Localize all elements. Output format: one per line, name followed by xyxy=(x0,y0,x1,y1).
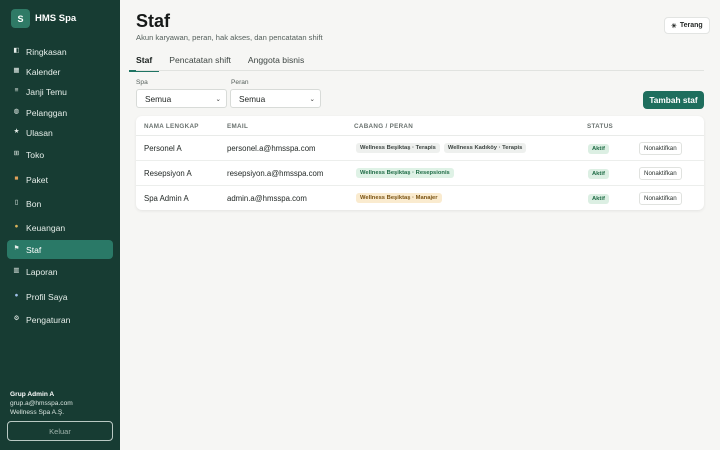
column-header-email: EMAIL xyxy=(227,123,249,130)
tab-staf[interactable]: Staf xyxy=(128,55,160,72)
deactivate-button[interactable]: Nonaktifkan xyxy=(639,142,682,155)
sidebar-item-toko[interactable]: ⊞ Toko xyxy=(7,145,113,164)
branch-role-chip: Wellness Beşiktaş · Terapis xyxy=(356,143,440,153)
tab-divider xyxy=(136,70,704,71)
calendar-icon: ▦ xyxy=(13,67,20,75)
brand-name: HMS Spa xyxy=(35,13,77,24)
logout-button[interactable]: Keluar xyxy=(7,421,113,441)
chevron-down-icon: ⌄ xyxy=(309,95,315,103)
table-row: Resepsiyon A resepsiyon.a@hmsspa.com Wel… xyxy=(136,161,704,186)
list-icon: ≡ xyxy=(14,87,19,95)
sidebar-item-ulasan[interactable]: ★ Ulasan xyxy=(7,123,113,142)
money-bag-icon: ● xyxy=(14,223,19,231)
column-header-branch-role: CABANG / PERAN xyxy=(354,123,414,130)
sidebar-item-label: Keuangan xyxy=(26,222,66,233)
branch-role-chips: Wellness Beşiktaş · Resepsionis xyxy=(356,168,454,178)
chevron-down-icon: ⌄ xyxy=(215,95,221,103)
sidebar-item-kalender[interactable]: ▦ Kalender xyxy=(7,62,113,81)
sidebar-item-label: Profil Saya xyxy=(26,291,68,302)
column-header-name: NAMA LENGKAP xyxy=(144,123,199,130)
main-content: Staf Akun karyawan, peran, hak akses, da… xyxy=(120,0,720,450)
tab-bar: Staf Pencatatan shift Anggota bisnis xyxy=(128,55,321,72)
user-company: Wellness Spa A.Ş. xyxy=(10,409,65,416)
staff-email: resepsiyon.a@hmsspa.com xyxy=(227,169,324,178)
tab-pencatatan-shift[interactable]: Pencatatan shift xyxy=(169,55,231,71)
add-staff-button[interactable]: Tambah staf xyxy=(643,91,704,109)
user-info: Grup Admin A grup.a@hmsspa.com Wellness … xyxy=(10,390,73,417)
gear-icon: ⚙ xyxy=(13,315,20,323)
sidebar-item-label: Ulasan xyxy=(26,127,53,138)
staff-email: admin.a@hmsspa.com xyxy=(227,194,307,203)
tab-anggota-bisnis[interactable]: Anggota bisnis xyxy=(248,55,304,71)
spa-filter-select[interactable]: Semua ⌄ xyxy=(136,89,227,108)
staff-email: personel.a@hmsspa.com xyxy=(227,144,316,153)
table-row: Personel A personel.a@hmsspa.com Wellnes… xyxy=(136,136,704,161)
sidebar-item-laporan[interactable]: ▥ Laporan xyxy=(7,262,113,281)
sidebar-item-ringkasan[interactable]: ◧ Ringkasan xyxy=(7,42,113,61)
role-filter-select[interactable]: Semua ⌄ xyxy=(230,89,321,108)
sidebar-item-label: Pengaturan xyxy=(26,314,71,325)
spa-filter-label: Spa xyxy=(136,79,148,86)
role-filter-label: Peran xyxy=(231,79,249,86)
role-filter-value: Semua xyxy=(239,93,266,104)
sidebar-item-label: Paket xyxy=(26,174,48,185)
cart-icon: ⊞ xyxy=(13,150,20,158)
staff-name: Spa Admin A xyxy=(144,194,189,203)
branch-role-chip: Wellness Beşiktaş · Resepsionis xyxy=(356,168,454,178)
brand[interactable]: S HMS Spa xyxy=(11,9,76,28)
sidebar-item-janji-temu[interactable]: ≡ Janji Temu xyxy=(7,82,113,101)
sidebar-item-label: Staf xyxy=(26,244,42,255)
user-name: Grup Admin A xyxy=(10,391,55,398)
table-header: NAMA LENGKAP EMAIL CABANG / PERAN STATUS xyxy=(136,116,704,136)
sidebar-item-label: Toko xyxy=(26,149,45,160)
page-subtitle: Akun karyawan, peran, hak akses, dan pen… xyxy=(136,33,323,42)
sidebar-item-pengaturan[interactable]: ⚙ Pengaturan xyxy=(7,310,113,329)
status-badge: Aktif xyxy=(588,144,609,154)
theme-label: Terang xyxy=(679,22,703,29)
sidebar-item-bon[interactable]: ▯ Bon xyxy=(7,194,113,213)
branch-role-chip: Wellness Beşiktaş · Manajer xyxy=(356,193,442,203)
chart-icon: ▥ xyxy=(13,267,20,275)
sidebar: S HMS Spa ◧ Ringkasan ▦ Kalender ≡ Janji… xyxy=(0,0,120,450)
package-icon: ■ xyxy=(14,175,19,183)
theme-toggle-button[interactable]: ☀ Terang xyxy=(664,17,710,34)
user-icon: ● xyxy=(14,292,19,300)
column-header-status: STATUS xyxy=(587,123,614,130)
status-badge: Aktif xyxy=(588,194,609,204)
sidebar-item-label: Bon xyxy=(26,198,42,209)
branch-role-chips: Wellness Beşiktaş · Terapis Wellness Kad… xyxy=(356,143,527,153)
user-email: grup.a@hmsspa.com xyxy=(10,400,73,407)
flag-icon: ⚑ xyxy=(13,245,20,253)
sidebar-item-label: Kalender xyxy=(26,66,61,77)
spa-filter-value: Semua xyxy=(145,93,172,104)
sidebar-item-label: Laporan xyxy=(26,266,58,277)
brand-logo: S xyxy=(11,9,30,28)
sidebar-item-profil-saya[interactable]: ● Profil Saya xyxy=(7,287,113,306)
sidebar-item-keuangan[interactable]: ● Keuangan xyxy=(7,218,113,237)
star-icon: ★ xyxy=(13,128,20,136)
staff-name: Resepsiyon A xyxy=(144,169,192,178)
staff-table: NAMA LENGKAP EMAIL CABANG / PERAN STATUS… xyxy=(136,116,704,210)
customers-icon: ◍ xyxy=(13,108,20,116)
staff-name: Personel A xyxy=(144,144,182,153)
dashboard-icon: ◧ xyxy=(13,47,20,55)
sun-icon: ☀ xyxy=(671,22,677,30)
table-row: Spa Admin A admin.a@hmsspa.com Wellness … xyxy=(136,186,704,210)
receipt-icon: ▯ xyxy=(14,199,19,207)
sidebar-item-label: Pelanggan xyxy=(26,107,68,118)
deactivate-button[interactable]: Nonaktifkan xyxy=(639,192,682,205)
branch-role-chip: Wellness Kadıköy · Terapis xyxy=(443,143,527,153)
sidebar-item-label: Ringkasan xyxy=(26,46,67,57)
deactivate-button[interactable]: Nonaktifkan xyxy=(639,167,682,180)
branch-role-chips: Wellness Beşiktaş · Manajer xyxy=(356,193,442,203)
sidebar-item-staf[interactable]: ⚑ Staf xyxy=(7,240,113,259)
sidebar-item-pelanggan[interactable]: ◍ Pelanggan xyxy=(7,103,113,122)
status-badge: Aktif xyxy=(588,169,609,179)
page-title: Staf xyxy=(136,11,171,31)
sidebar-item-label: Janji Temu xyxy=(26,86,67,97)
sidebar-item-paket[interactable]: ■ Paket xyxy=(7,170,113,189)
